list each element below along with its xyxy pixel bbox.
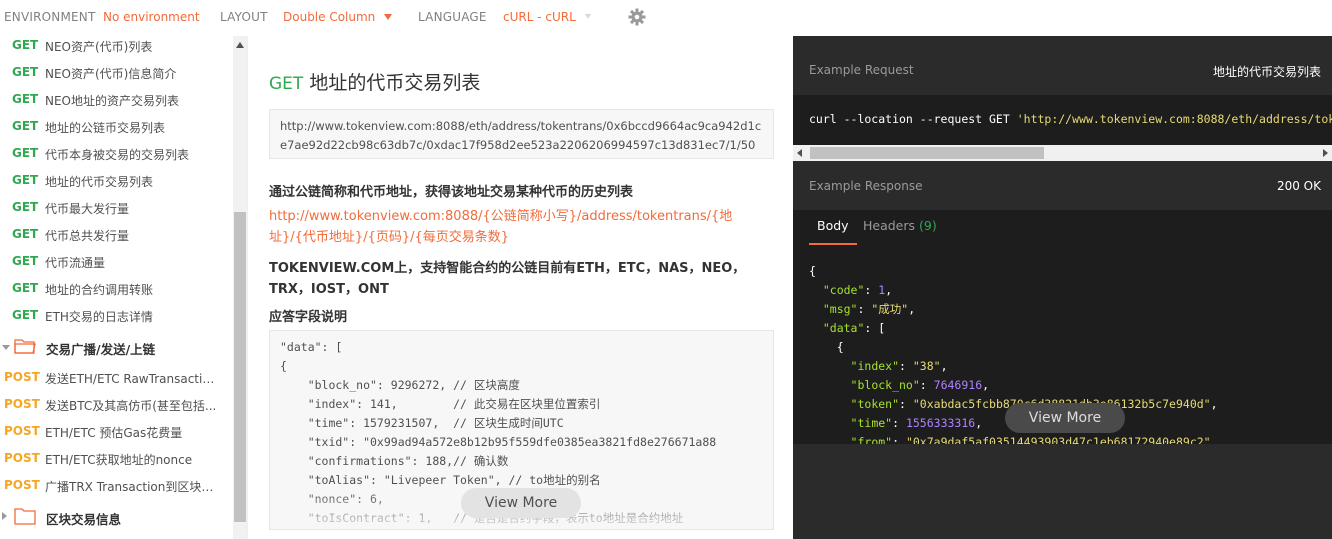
top-bar: ENVIRONMENT No environment LAYOUT Double… [0, 0, 793, 36]
sidebar-item-label: 发送ETH/ETC RawTransaction... [45, 372, 220, 386]
sidebar-item-label: 代币总共发行量 [45, 229, 130, 243]
tab-headers-label: Headers [863, 218, 916, 233]
sidebar-item-label: 代币本身被交易的交易列表 [45, 148, 190, 162]
sidebar-item-label: ETH/ETC获取地址的nonce [45, 453, 193, 467]
scroll-up-icon[interactable] [236, 42, 244, 48]
scroll-right-icon[interactable] [1323, 149, 1328, 157]
sidebar-item[interactable]: GET NEO资产(代币)信息简介 [0, 60, 230, 87]
response-fields-heading: 应答字段说明 [269, 310, 348, 325]
sidebar-item[interactable]: POST ETH/ETC 预估Gas花费量 [0, 419, 230, 446]
sidebar-item[interactable]: GET ETH交易的日志详情 [0, 303, 230, 330]
environment-label: ENVIRONMENT [4, 10, 96, 24]
layout-select[interactable]: Double Column [283, 10, 375, 24]
method-badge: POST [4, 451, 40, 465]
language-select[interactable]: cURL - cURL [503, 10, 576, 24]
example-response-label: Example Response [809, 179, 923, 193]
view-more-button[interactable]: View More [1005, 403, 1125, 433]
method-badge: GET [12, 173, 39, 187]
language-chevron-down-icon[interactable] [585, 14, 591, 19]
method-badge: POST [4, 424, 40, 438]
folder-label: 区块交易信息 [46, 512, 122, 527]
method-badge: GET [12, 146, 39, 160]
folder-broadcast[interactable]: 交易广播/发送/上链 [0, 333, 230, 363]
sidebar-item[interactable]: GET 代币流通量 [0, 249, 230, 276]
method-badge: POST [4, 370, 40, 384]
chevron-down-icon[interactable] [2, 345, 10, 350]
sidebar-item[interactable]: GET 代币最大发行量 [0, 195, 230, 222]
curl-command: curl --location --request GET [809, 112, 1017, 126]
example-request-title: 地址的代币交易列表 [1212, 65, 1321, 79]
curl-snippet: curl --location --request GET 'http://ww… [793, 95, 1332, 145]
method-badge: GET [12, 92, 39, 106]
method-badge: GET [12, 227, 39, 241]
folder-label: 交易广播/发送/上链 [46, 342, 156, 357]
environment-select[interactable]: No environment [103, 10, 200, 24]
sidebar-item-label: 代币最大发行量 [45, 202, 130, 216]
folder-icon [14, 508, 36, 525]
sidebar-item-label: 发送BTC及其高仿币(甚至包括... [45, 399, 217, 413]
sidebar-item[interactable]: GET NEO资产(代币)列表 [0, 36, 230, 60]
sidebar-item-label: ETH/ETC 预估Gas花费量 [45, 426, 183, 440]
panel-footer [793, 444, 1332, 539]
sidebar-item[interactable]: GET 地址的公链币交易列表 [0, 114, 230, 141]
layout-chevron-down-icon[interactable] [384, 14, 392, 20]
status-badge: 200 OK [1276, 179, 1321, 193]
method-badge: GET [12, 200, 39, 214]
request-url[interactable]: http://www.tokenview.com:8088/eth/addres… [269, 109, 774, 159]
sidebar-item[interactable]: POST 广播TRX Transaction到区块链上 [0, 473, 230, 500]
folder-block-tx[interactable]: 区块交易信息 [0, 503, 230, 533]
sidebar-item-label: NEO资产(代币)列表 [45, 40, 153, 54]
example-panel: Example Request 地址的代币交易列表 curl --locatio… [793, 36, 1332, 539]
horizontal-scrollbar[interactable] [793, 145, 1332, 161]
method-badge: GET [269, 74, 304, 94]
gear-icon[interactable] [627, 7, 647, 27]
description-paragraph: TOKENVIEW.COM上，支持智能合约的公链目前有ETH，ETC，NAS，N… [269, 261, 746, 297]
description-url-pattern: http://www.tokenview.com:8088/{公链简称小写}/a… [269, 209, 733, 245]
sidebar-item[interactable]: GET NEO地址的资产交易列表 [0, 87, 230, 114]
tab-body[interactable]: Body [809, 218, 857, 245]
chevron-right-icon[interactable] [2, 512, 7, 520]
sidebar-item-label: 地址的公链币交易列表 [45, 121, 166, 135]
sidebar-item[interactable]: POST 发送ETH/ETC RawTransaction... [0, 365, 230, 392]
method-badge: POST [4, 397, 40, 411]
request-name: 地址的代币交易列表 [309, 72, 481, 94]
main-content: GET 地址的代币交易列表 http://www.tokenview.com:80… [247, 36, 793, 539]
sidebar-item[interactable]: GET 代币本身被交易的交易列表 [0, 141, 230, 168]
method-badge: POST [4, 478, 40, 492]
sidebar-item-label: ETH交易的日志详情 [45, 310, 153, 324]
sidebar-item-label: NEO资产(代币)信息简介 [45, 67, 177, 81]
sidebar: GET NEO资产(代币)列表 GET NEO资产(代币)信息简介 GET NE… [0, 36, 247, 539]
method-badge: GET [12, 254, 39, 268]
method-badge: GET [12, 38, 39, 52]
sidebar-item[interactable]: POST 发送BTC及其高仿币(甚至包括... [0, 392, 230, 419]
method-badge: GET [12, 65, 39, 79]
sidebar-item[interactable]: GET 地址的合约调用转账 [0, 276, 230, 303]
method-badge: GET [12, 308, 39, 322]
method-badge: GET [12, 119, 39, 133]
method-badge: GET [12, 281, 39, 295]
layout-label: LAYOUT [220, 10, 268, 24]
sidebar-item[interactable]: GET 代币总共发行量 [0, 222, 230, 249]
view-more-button[interactable]: View More [461, 488, 581, 518]
scrollbar-thumb[interactable] [234, 212, 246, 522]
folder-open-icon [14, 339, 36, 354]
sidebar-item-label: NEO地址的资产交易列表 [45, 94, 180, 108]
tab-headers[interactable]: Headers (9) [863, 218, 937, 243]
example-request-label: Example Request [809, 63, 914, 77]
scroll-left-icon[interactable] [797, 149, 802, 157]
curl-url: 'http://www.tokenview.com:8088/eth/addre… [1016, 112, 1332, 126]
tab-headers-count: (9) [919, 218, 937, 233]
sidebar-item[interactable]: POST ETH/ETC获取地址的nonce [0, 446, 230, 473]
sidebar-scrollbar[interactable] [233, 36, 247, 539]
language-label: LANGUAGE [418, 10, 487, 24]
sidebar-item-label: 地址的代币交易列表 [45, 175, 154, 189]
description-heading: 通过公链简称和代币地址，获得该地址交易某种代币的历史列表 [269, 185, 634, 200]
request-title: GET 地址的代币交易列表 [269, 68, 480, 95]
scrollbar-thumb[interactable] [810, 147, 1044, 159]
sidebar-item-label: 广播TRX Transaction到区块链上 [45, 480, 220, 494]
sidebar-item-label: 代币流通量 [45, 256, 106, 270]
sidebar-item-active[interactable]: GET 地址的代币交易列表 [0, 168, 230, 195]
sidebar-item-label: 地址的合约调用转账 [45, 283, 154, 297]
